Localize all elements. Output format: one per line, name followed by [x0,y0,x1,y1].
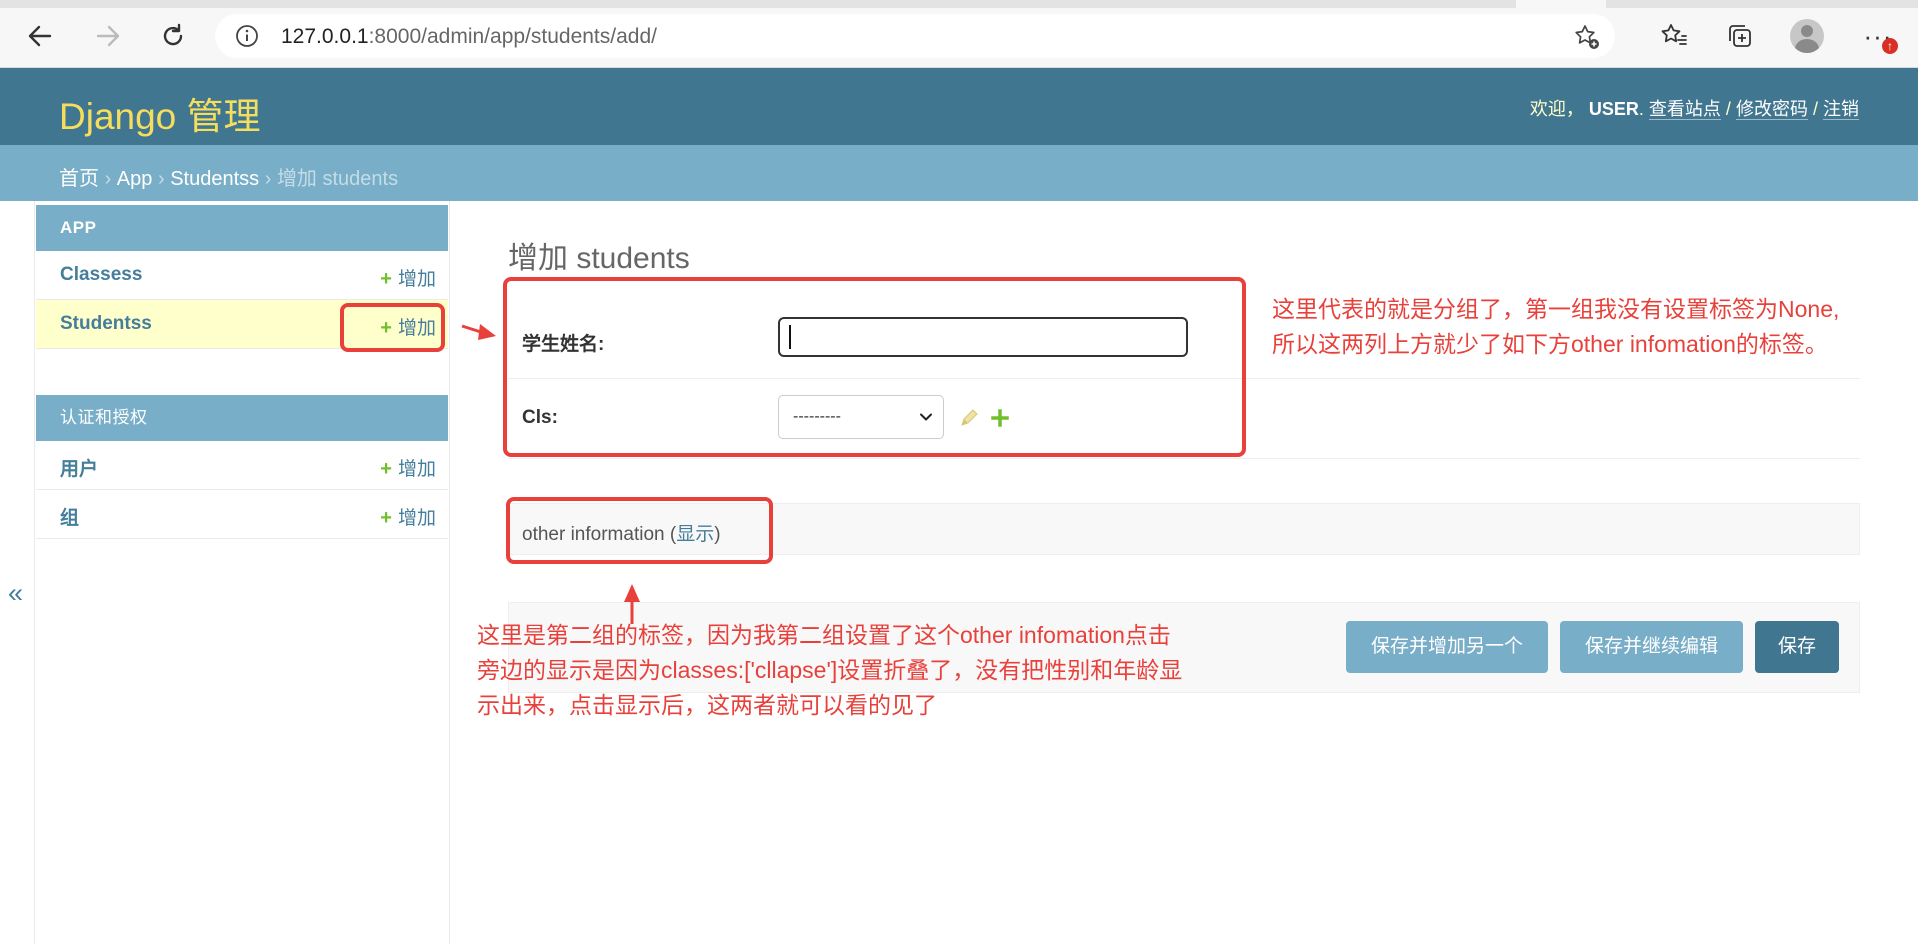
user-tools-sep-2: / [1812,99,1818,119]
annotation-note-2: 这里是第二组的标签，因为我第二组设置了这个other infomation点击旁… [477,622,1183,718]
save-button[interactable]: 保存 [1755,621,1839,673]
annotation-note-1: 这里代表的就是分组了，第一组我没有设置标签为None,所以这两列上方就少了如下方… [1272,296,1840,357]
sidebar-collapse-toggle[interactable]: « [8,578,23,609]
annotation-arrow-icon [461,324,496,340]
active-tab[interactable] [1516,0,1606,8]
model-link-users[interactable]: 用户 [60,454,98,481]
breadcrumb-app[interactable]: App [117,168,153,190]
add-label: 增加 [397,269,436,290]
username: USER [1588,99,1639,119]
site-header: Django 管理 欢迎， USER. 查看站点 / 修改密码 / 注销 [0,68,1918,145]
add-icon: + [380,268,392,290]
add-icon: + [380,507,392,529]
url-path: :8000/admin/app/students/add/ [368,25,657,48]
model-link-studentss[interactable]: Studentss [60,313,152,335]
add-icon: + [380,458,392,480]
url-host: 127.0.0.1 [281,25,369,48]
address-bar[interactable]: 127.0.0.1:8000/admin/app/students/add/ [215,14,1615,58]
annotation-box-fieldset [506,497,773,564]
sidebar-item-users: 用户 + 增加 [36,441,448,490]
favorite-add-icon[interactable] [1573,23,1601,56]
logout-link[interactable]: 注销 [1823,99,1859,120]
model-link-groups[interactable]: 组 [60,503,79,530]
breadcrumb-current: 增加 students [276,168,399,190]
back-icon[interactable] [20,16,60,56]
save-continue-button[interactable]: 保存并继续编辑 [1560,621,1743,673]
profile-icon[interactable] [1787,16,1827,56]
page-title: 增加 students [508,242,690,275]
view-site-link[interactable]: 查看站点 [1648,99,1721,120]
add-label: 增加 [397,508,436,529]
add-groups-link[interactable]: + 增加 [380,503,436,530]
browser-toolbar: 127.0.0.1:8000/admin/app/students/add/ ·… [0,0,1918,68]
avatar [1790,19,1824,53]
update-badge-icon: ↑ [1882,38,1898,54]
info-icon[interactable] [235,24,259,53]
add-users-link[interactable]: + 增加 [380,454,436,481]
refresh-icon[interactable] [153,16,193,56]
site-brand[interactable]: Django 管理 [59,86,261,140]
user-tools: 欢迎， USER. 查看站点 / 修改密码 / 注销 [1530,95,1859,121]
user-tools-sep-1: / [1725,99,1731,119]
sidebar-item-groups: 组 + 增加 [36,490,448,539]
user-dot: . [1638,99,1644,119]
model-link-classess[interactable]: Classess [60,264,142,286]
breadcrumb: 首页 › App › Studentss › 增加 students [0,145,1918,201]
breadcrumb-model[interactable]: Studentss [170,168,259,190]
breadcrumb-sep: › [157,168,165,190]
favorites-icon[interactable] [1654,16,1694,56]
welcome-text: 欢迎， [1529,99,1584,119]
change-password-link[interactable]: 修改密码 [1735,99,1808,120]
save-add-another-button[interactable]: 保存并增加另一个 [1346,621,1548,673]
forward-icon[interactable] [88,16,128,56]
module-caption-auth[interactable]: 认证和授权 [36,395,448,441]
tab-strip [0,0,1918,8]
add-label: 增加 [397,459,436,480]
sidebar-item-classess: Classess + 增加 [36,251,448,300]
annotation-box-group1 [503,277,1246,457]
breadcrumb-sep: › [104,168,112,190]
more-icon[interactable]: ··· ↑ [1858,16,1898,56]
module-caption-app[interactable]: APP [36,205,448,251]
breadcrumb-sep: › [264,168,272,190]
annotation-box-add [340,303,445,352]
breadcrumb-home[interactable]: 首页 [59,168,99,190]
url-text[interactable]: 127.0.0.1:8000/admin/app/students/add/ [281,25,657,49]
add-classess-link[interactable]: + 增加 [380,264,436,291]
collections-icon[interactable] [1720,16,1760,56]
